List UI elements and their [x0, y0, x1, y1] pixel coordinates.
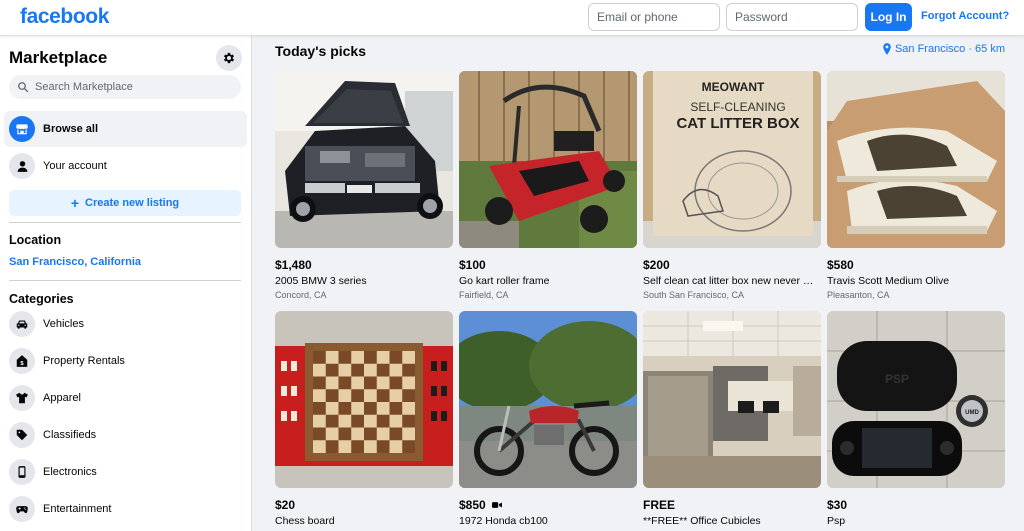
- psp-photo: PSP UMD: [827, 311, 1005, 488]
- box-line2: CAT LITTER BOX: [676, 115, 799, 132]
- location-filter-label: San Francisco · 65 km: [894, 43, 1005, 55]
- listing-price: $1,480: [275, 258, 312, 272]
- listing-location: Fairfield, CA: [459, 290, 509, 300]
- listing-title: Psp: [827, 515, 846, 527]
- search-box[interactable]: [9, 75, 241, 99]
- divider: [9, 222, 241, 223]
- umd-label: UMD: [965, 410, 979, 416]
- phone-icon: [18, 466, 26, 478]
- video-camera-icon: [491, 502, 502, 508]
- listing-price: $200: [643, 258, 670, 272]
- listing-title: **FREE** Office Cubicles: [643, 515, 761, 527]
- category-label: Classifieds: [43, 429, 97, 441]
- go-kart-photo: [459, 71, 637, 248]
- listing-price: $850: [459, 498, 637, 512]
- nav-label: Your account: [43, 160, 107, 172]
- listing-card[interactable]: $20 Chess board: [275, 311, 453, 527]
- location-link[interactable]: San Francisco, California: [9, 256, 141, 268]
- listing-title: 2005 BMW 3 series: [275, 275, 367, 287]
- office-photo: [643, 311, 821, 488]
- nav-your-account[interactable]: Your account: [4, 148, 247, 184]
- listing-card[interactable]: $1,480 2005 BMW 3 series Concord, CA: [275, 71, 453, 300]
- nav-label: Browse all: [43, 123, 99, 135]
- divider: [9, 280, 241, 281]
- listing-card[interactable]: $850 1972 Honda cb100: [459, 311, 637, 527]
- category-classifieds[interactable]: Classifieds: [4, 417, 247, 453]
- location-filter[interactable]: San Francisco · 65 km: [882, 43, 1005, 55]
- section-title: Today's picks: [275, 43, 366, 59]
- category-entertainment[interactable]: Entertainment: [4, 491, 247, 527]
- location-heading: Location: [9, 233, 62, 247]
- listing-title: Travis Scott Medium Olive: [827, 275, 950, 287]
- listing-title: Go kart roller frame: [459, 275, 550, 287]
- category-label: Apparel: [43, 392, 81, 404]
- house-dollar-icon: $: [16, 355, 28, 367]
- settings-button[interactable]: [216, 45, 242, 71]
- plus-icon: +: [70, 195, 80, 211]
- nav-browse-all[interactable]: Browse all: [4, 111, 247, 147]
- listing-location: Pleasanton, CA: [827, 290, 890, 300]
- sidebar-title: Marketplace: [9, 48, 108, 67]
- login-button[interactable]: Log In: [865, 3, 912, 31]
- listing-price: $100: [459, 258, 486, 272]
- category-label: Entertainment: [43, 503, 112, 515]
- category-property-rentals[interactable]: $ Property Rentals: [4, 343, 247, 379]
- chess-board-photo: [275, 311, 453, 488]
- category-label: Property Rentals: [43, 355, 125, 367]
- location-pin-icon: [883, 43, 891, 55]
- storefront-icon: [16, 124, 28, 135]
- sneakers-photo: [827, 71, 1005, 248]
- search-icon: [18, 82, 29, 93]
- listing-title: Self clean cat litter box new never …: [643, 275, 814, 287]
- car-icon: [16, 320, 28, 329]
- shirt-icon: [16, 392, 28, 404]
- forgot-account-link[interactable]: Forgot Account?: [921, 10, 1009, 22]
- gamepad-icon: [16, 506, 28, 514]
- email-field[interactable]: [588, 3, 720, 31]
- box-line1: SELF-CLEANING: [690, 100, 785, 114]
- listing-price: FREE: [643, 498, 676, 512]
- facebook-logo[interactable]: facebook: [20, 5, 109, 29]
- listing-price-value: $850: [459, 498, 486, 512]
- sidebar: Marketplace Browse all Your account +: [0, 36, 252, 531]
- listing-card[interactable]: $580 Travis Scott Medium Olive Pleasanto…: [827, 71, 1005, 300]
- listing-location: South San Francisco, CA: [643, 290, 745, 300]
- create-listing-label: Create new listing: [85, 197, 180, 209]
- listing-price: $580: [827, 258, 854, 272]
- category-vehicles[interactable]: Vehicles: [4, 306, 247, 342]
- listing-title: 1972 Honda cb100: [459, 515, 548, 527]
- category-apparel[interactable]: Apparel: [4, 380, 247, 416]
- gear-icon: [223, 52, 235, 64]
- tag-icon: [16, 429, 28, 441]
- create-listing-button[interactable]: + Create new listing: [9, 190, 241, 216]
- litter-box-photo: MEOWANT SELF-CLEANING CAT LITTER BOX: [643, 71, 821, 248]
- category-electronics[interactable]: Electronics: [4, 454, 247, 490]
- car-photo: [275, 71, 453, 248]
- box-brand: MEOWANT: [702, 80, 765, 94]
- listing-card[interactable]: PSP UMD $30 Psp: [827, 311, 1005, 527]
- password-field[interactable]: [726, 3, 858, 31]
- listing-price: $20: [275, 498, 296, 512]
- person-icon: [17, 160, 27, 172]
- listing-card[interactable]: MEOWANT SELF-CLEANING CAT LITTER BOX $20…: [643, 71, 821, 300]
- category-label: Electronics: [43, 466, 97, 478]
- psp-case-label: PSP: [885, 372, 909, 386]
- motorcycle-photo: [459, 311, 637, 488]
- search-input[interactable]: [35, 81, 225, 93]
- listing-price: $30: [827, 498, 848, 512]
- top-bar: facebook Log In Forgot Account?: [0, 0, 1024, 36]
- categories-heading: Categories: [9, 292, 74, 306]
- listing-title: Chess board: [275, 515, 335, 527]
- main-content: Today's picks San Francisco · 65 km $1,4…: [252, 36, 1024, 531]
- listing-card[interactable]: FREE **FREE** Office Cubicles: [643, 311, 821, 527]
- category-label: Vehicles: [43, 318, 84, 330]
- listing-card[interactable]: $100 Go kart roller frame Fairfield, CA: [459, 71, 637, 300]
- listing-location: Concord, CA: [275, 290, 327, 300]
